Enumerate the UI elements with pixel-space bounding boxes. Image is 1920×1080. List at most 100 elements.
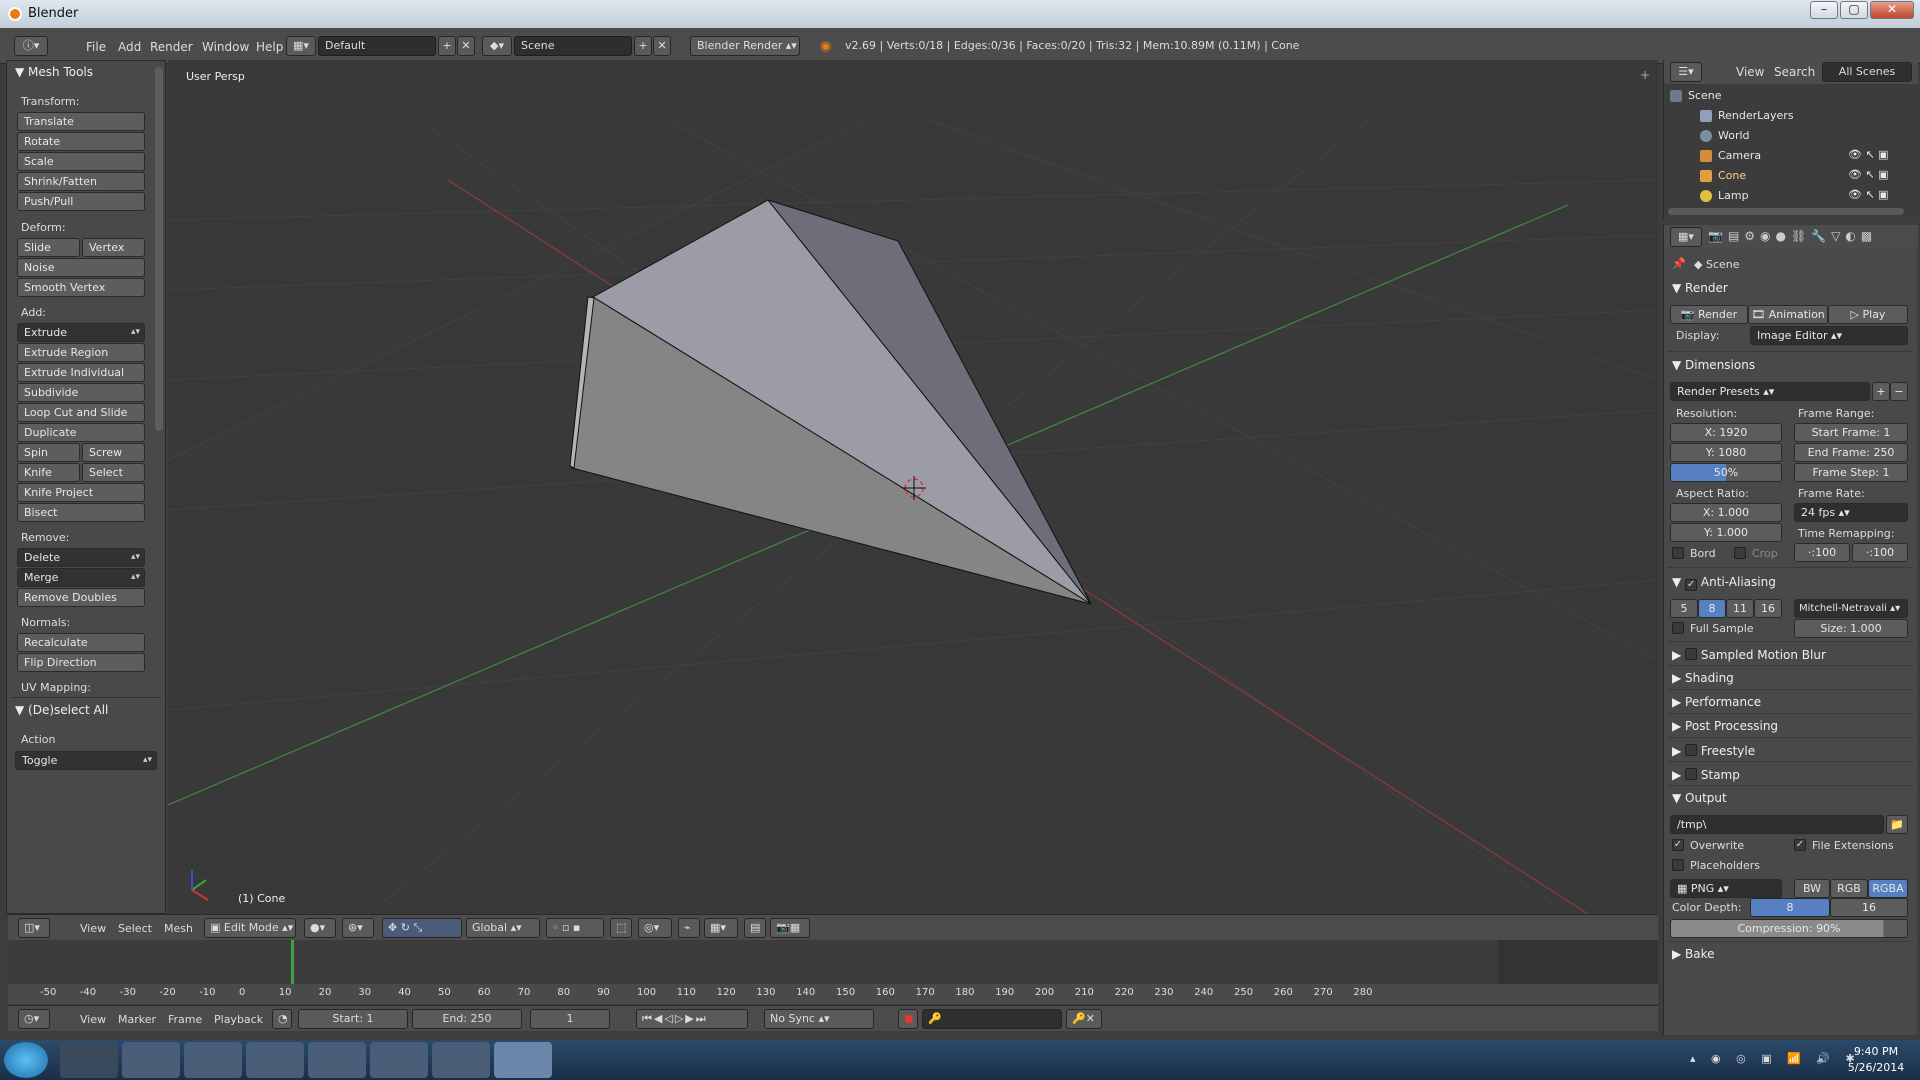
bisect-button[interactable]: Bisect <box>17 503 145 522</box>
animation-button[interactable]: 🎞 Animation <box>1748 305 1828 324</box>
timeline-menu-frame[interactable]: Frame <box>168 1013 202 1026</box>
extrude-individual-button[interactable]: Extrude Individual <box>17 363 145 382</box>
slide-edge-button[interactable]: Slide Edge <box>17 238 80 271</box>
recalculate-button[interactable]: Recalculate <box>17 633 145 652</box>
post-processing-panel[interactable]: ▶ Post Processing <box>1672 719 1778 733</box>
color-depth-8-button[interactable]: 8 <box>1750 898 1830 917</box>
menu-help[interactable]: Help <box>256 40 283 54</box>
noise-button[interactable]: Noise <box>17 258 145 277</box>
crop-checkbox[interactable] <box>1734 547 1746 559</box>
file-extensions-checkbox[interactable]: ✓ <box>1794 839 1806 851</box>
end-frame-field[interactable]: End: 250 <box>412 1009 522 1029</box>
resolution-y-field[interactable]: Y: 1080 <box>1670 443 1782 462</box>
aa-samples-5[interactable]: 5 <box>1670 599 1698 618</box>
timeline-menu-view[interactable]: View <box>80 1013 106 1026</box>
color-depth-16-button[interactable]: 16 <box>1830 898 1908 917</box>
sync-mode-select[interactable]: No Sync ▴▾ <box>764 1009 874 1029</box>
menu-render[interactable]: Render <box>150 40 193 54</box>
performance-panel[interactable]: ▶ Performance <box>1672 695 1761 709</box>
render-panel-header[interactable]: ▼ Render <box>1672 281 1728 295</box>
taskbar-clock[interactable]: 9:40 PM 5/26/2014 <box>1836 1044 1916 1076</box>
menu-view[interactable]: View <box>80 922 106 935</box>
aa-samples-8[interactable]: 8 <box>1698 599 1726 618</box>
maximize-button[interactable]: ▢ <box>1840 1 1868 19</box>
timeline-menu-marker[interactable]: Marker <box>118 1013 156 1026</box>
menu-window[interactable]: Window <box>202 40 249 54</box>
visibility-icons[interactable]: 👁 ↖ ▣ <box>1848 188 1889 201</box>
translate-button[interactable]: Translate <box>17 112 145 131</box>
preview-range-icon[interactable]: ◔ <box>272 1009 292 1029</box>
aspect-y-field[interactable]: Y: 1.000 <box>1670 523 1782 542</box>
anti-aliasing-panel-header[interactable]: ▼ ✓ Anti-Aliasing <box>1672 575 1776 591</box>
aspect-x-field[interactable]: X: 1.000 <box>1670 503 1782 522</box>
start-frame-field[interactable]: Start Frame: 1 <box>1794 423 1908 442</box>
color-rgba-button[interactable]: RGBA <box>1868 879 1908 898</box>
dimensions-panel-header[interactable]: ▼ Dimensions <box>1672 358 1755 372</box>
pivot-point-icon[interactable]: ⊛▾ <box>342 918 374 938</box>
visibility-icons[interactable]: 👁 ↖ ▣ <box>1848 148 1889 161</box>
pin-icon[interactable]: 📌 <box>1672 257 1686 270</box>
stamp-checkbox[interactable] <box>1685 768 1698 780</box>
smooth-vertex-button[interactable]: Smooth Vertex <box>17 278 145 297</box>
context-tab-icons[interactable]: 📷▤⚙◉●⛓🔧▽◐▩ <box>1708 229 1877 243</box>
shading-panel[interactable]: ▶ Shading <box>1672 671 1734 685</box>
file-format-select[interactable]: ▦ PNG ▴▾ <box>1670 879 1782 898</box>
add-layout-icon[interactable]: + <box>438 36 456 56</box>
3d-viewport[interactable]: User Persp (1) Cone + <box>168 60 1658 914</box>
frame-step-field[interactable]: Frame Step: 1 <box>1794 463 1908 482</box>
select-mode-icons[interactable]: ◦ ▫ ▪ <box>546 918 604 938</box>
render-engine-select[interactable]: Blender Render ▴▾ <box>690 36 800 56</box>
resolution-percent-slider[interactable]: 50% <box>1670 463 1782 482</box>
outliner-menu-view[interactable]: View <box>1736 65 1764 79</box>
slide-vertex-button[interactable]: Vertex <box>82 238 145 257</box>
minimize-button[interactable]: – <box>1810 1 1838 19</box>
editor-type-timeline-icon[interactable]: ◷▾ <box>18 1009 50 1029</box>
full-sample-checkbox[interactable] <box>1672 622 1684 634</box>
snap-toggle-icon[interactable]: ⌁ <box>678 918 700 938</box>
duplicate-button[interactable]: Duplicate <box>17 423 145 442</box>
aa-filter-select[interactable]: Mitchell-Netravali ▴▾ <box>1794 599 1908 618</box>
outliner-display-mode[interactable]: All Scenes <box>1822 62 1912 82</box>
shrink-fatten-button[interactable]: Shrink/Fatten <box>17 172 145 191</box>
action-select[interactable]: Toggle ▴▾ <box>15 751 157 770</box>
aa-samples-16[interactable]: 16 <box>1754 599 1782 618</box>
freestyle-checkbox[interactable] <box>1685 744 1698 756</box>
outliner-item-camera[interactable]: Camera 👁 ↖ ▣ <box>1664 146 1910 166</box>
remove-scene-icon[interactable]: ✕ <box>653 36 671 56</box>
render-view-icon[interactable]: ▤ <box>744 918 766 938</box>
border-checkbox[interactable] <box>1672 547 1684 559</box>
flip-direction-button[interactable]: Flip Direction <box>17 653 145 672</box>
start-button[interactable] <box>4 1042 48 1078</box>
rotate-button[interactable]: Rotate <box>17 132 145 151</box>
remove-preset-icon[interactable]: − <box>1890 382 1908 401</box>
filter-size-field[interactable]: Size: 1.000 <box>1794 619 1908 638</box>
push-pull-button[interactable]: Push/Pull <box>17 192 145 211</box>
mesh-tools-header[interactable]: ▼ Mesh Tools <box>15 65 93 79</box>
subdivide-button[interactable]: Subdivide <box>17 383 145 402</box>
extrude-region-button[interactable]: Extrude Region <box>17 343 145 362</box>
color-bw-button[interactable]: BW <box>1794 879 1830 898</box>
menu-select[interactable]: Select <box>118 922 152 935</box>
keyframe-icons[interactable]: 🔑✕ <box>1066 1009 1102 1029</box>
proportional-edit-icon[interactable]: ◎▾ <box>638 918 672 938</box>
current-frame-field[interactable]: 1 <box>530 1009 610 1029</box>
menu-file[interactable]: File <box>86 40 106 54</box>
tool-taskbar-icon[interactable] <box>432 1042 490 1078</box>
start-frame-field[interactable]: Start: 1 <box>298 1009 408 1029</box>
screen-layout-icon[interactable]: ▦▾ <box>286 36 316 56</box>
stamp-panel[interactable]: ▶ Stamp <box>1672 767 1740 782</box>
knife-button[interactable]: Knife <box>17 463 80 482</box>
keying-set-field[interactable]: 🔑 <box>922 1009 1062 1029</box>
extrude-menu[interactable]: Extrude ▴▾ <box>17 323 145 342</box>
overwrite-checkbox[interactable]: ✓ <box>1672 839 1684 851</box>
anti-aliasing-checkbox[interactable]: ✓ <box>1685 579 1698 591</box>
snap-element-icon[interactable]: ▦▾ <box>704 918 738 938</box>
blender-taskbar-icon[interactable] <box>494 1042 552 1078</box>
viewport-shading-icon[interactable]: ●▾ <box>304 918 336 938</box>
menu-add[interactable]: Add <box>118 40 141 54</box>
spin-button[interactable]: Spin <box>17 443 80 462</box>
manipulator-icons[interactable]: ✥ ↻ ⤡ <box>382 918 462 938</box>
render-button[interactable]: 📷 Render <box>1670 305 1748 324</box>
frame-rate-select[interactable]: 24 fps ▴▾ <box>1794 503 1908 522</box>
bake-panel[interactable]: ▶ Bake <box>1672 947 1715 961</box>
